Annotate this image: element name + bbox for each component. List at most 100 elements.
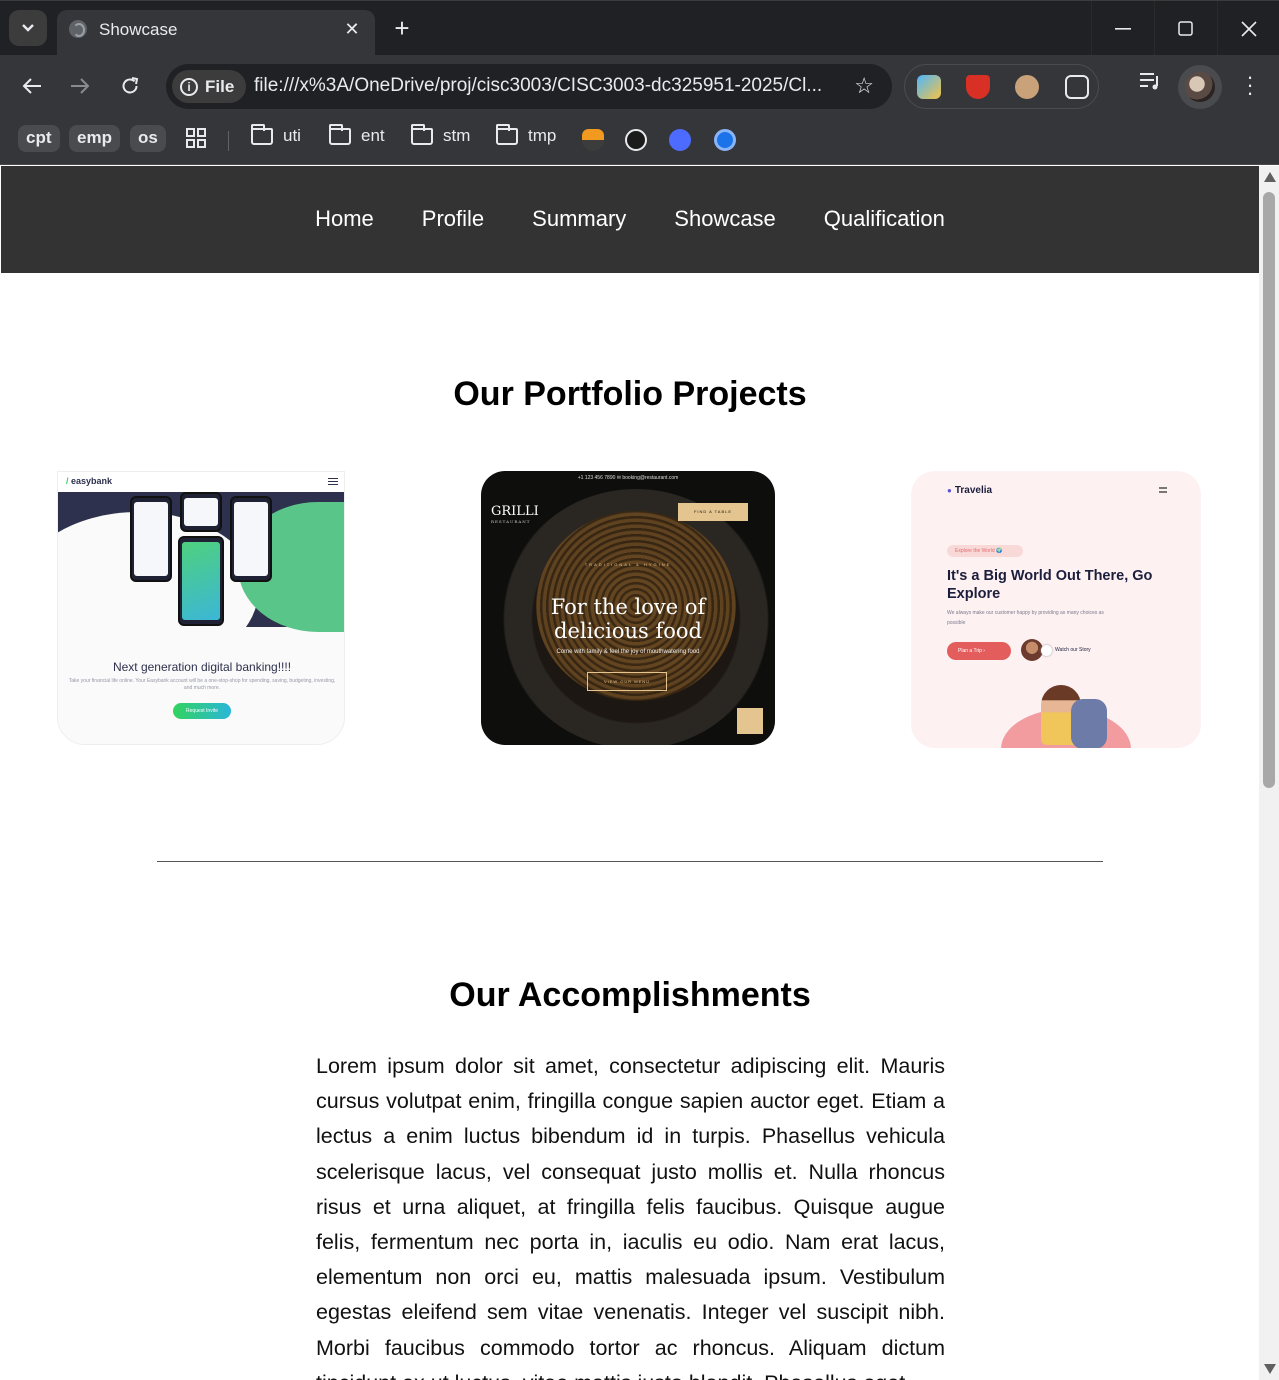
info-icon: i bbox=[180, 77, 198, 96]
grilli-topbar: +1 123 456 7890 ✉ booking@restaurant.com bbox=[577, 475, 679, 481]
grilli-menu-button: VIEW OUR MENU bbox=[587, 672, 667, 691]
site-navbar: Home Profile Summary Showcase Qualificat… bbox=[1, 166, 1259, 273]
title-bar: Showcase ✕ + bbox=[0, 0, 1279, 56]
nav-summary[interactable]: Summary bbox=[532, 206, 626, 234]
avatar-image bbox=[1185, 72, 1215, 102]
bookmark-deepseek-icon[interactable] bbox=[669, 129, 691, 151]
grilli-title: For the love of delicious food bbox=[481, 595, 775, 643]
travelia-pill: Explore the World 🌍 bbox=[947, 545, 1023, 557]
extension-shield-icon[interactable] bbox=[966, 75, 990, 99]
nav-home[interactable]: Home bbox=[315, 206, 374, 234]
easybank-header: easybank bbox=[58, 472, 344, 492]
back-button[interactable] bbox=[16, 70, 48, 102]
close-icon bbox=[1240, 20, 1257, 37]
page-viewport: Home Profile Summary Showcase Qualificat… bbox=[1, 166, 1259, 1380]
media-controls-icon[interactable] bbox=[1138, 70, 1166, 98]
grilli-logo-text: GRILLI bbox=[491, 504, 539, 519]
accomplishments-title: Our Accomplishments bbox=[449, 976, 811, 1014]
scroll-down-arrow-icon[interactable] bbox=[1264, 1364, 1276, 1374]
travelia-logo: Travelia bbox=[947, 485, 992, 496]
folder-label: uti bbox=[283, 126, 301, 145]
easybank-request-button: Request Invite bbox=[173, 703, 231, 719]
new-tab-button[interactable]: + bbox=[385, 13, 419, 45]
grilli-title-line1: For the love of bbox=[550, 595, 706, 619]
bookmark-check-icon[interactable] bbox=[714, 129, 736, 151]
bookmark-folder-uti[interactable]: uti bbox=[251, 123, 301, 146]
tab-close-button[interactable]: ✕ bbox=[341, 18, 363, 40]
nav-qualification[interactable]: Qualification bbox=[824, 206, 945, 234]
project-card-grilli[interactable]: +1 123 456 7890 ✉ booking@restaurant.com… bbox=[481, 471, 775, 745]
folder-label: ent bbox=[361, 126, 385, 145]
travelia-description: We always make our customer happy by pro… bbox=[947, 610, 1104, 626]
travelia-title: It's a Big World Out There, Go Explore bbox=[947, 568, 1153, 602]
phone-mockup bbox=[230, 496, 272, 582]
browser-window: Showcase ✕ + i File file:///x%3A/OneDriv… bbox=[0, 0, 1279, 1380]
grilli-logo-sub: RESTAURANT bbox=[491, 519, 531, 524]
chevron-down-icon bbox=[22, 24, 34, 32]
scroll-thumb[interactable] bbox=[1263, 192, 1275, 788]
traveler-avatar bbox=[1021, 639, 1043, 661]
travelia-story: Watch our Story bbox=[1021, 639, 1141, 663]
easybank-logo: easybank bbox=[66, 476, 112, 486]
accomplishments-text: Lorem ipsum dolor sit amet, consectetur … bbox=[316, 1054, 945, 1380]
extension-glasses-icon[interactable] bbox=[1015, 75, 1039, 99]
grilli-description: Come with family & feel the joy of mouth… bbox=[556, 649, 700, 655]
phone-mockup bbox=[130, 496, 172, 582]
easybank-tagline: Next generation digital banking!!!! bbox=[112, 660, 292, 674]
profile-avatar[interactable] bbox=[1178, 65, 1222, 109]
bookmark-cpt[interactable]: cpt bbox=[18, 125, 60, 152]
url-text[interactable]: file:///x%3A/OneDrive/proj/cisc3003/CISC… bbox=[254, 75, 822, 97]
arrow-left-icon bbox=[22, 78, 41, 94]
globe-icon bbox=[69, 20, 87, 38]
forward-button[interactable] bbox=[64, 70, 96, 102]
folder-label: stm bbox=[443, 126, 471, 145]
maximize-icon bbox=[1178, 21, 1193, 36]
phone-screen bbox=[234, 502, 268, 576]
project-card-easybank[interactable]: easybank Next generation digital banking… bbox=[57, 471, 345, 745]
phone-screen bbox=[184, 498, 218, 526]
reload-icon bbox=[122, 77, 139, 94]
play-icon bbox=[1041, 645, 1052, 656]
tab-search-button[interactable] bbox=[9, 10, 47, 46]
reload-button[interactable] bbox=[114, 70, 146, 102]
nav-showcase[interactable]: Showcase bbox=[674, 206, 776, 234]
bookmark-folder-ent[interactable]: ent bbox=[329, 123, 385, 146]
hamburger-icon bbox=[1159, 487, 1167, 493]
grilli-badge-icon bbox=[737, 708, 763, 734]
project-card-travelia[interactable]: Travelia Explore the World 🌍 It's a Big … bbox=[911, 471, 1201, 748]
bookmark-folder-tmp[interactable]: tmp bbox=[496, 123, 556, 146]
site-info-label: File bbox=[205, 76, 235, 96]
address-bar[interactable]: i File file:///x%3A/OneDrive/proj/cisc30… bbox=[166, 64, 892, 109]
portfolio-title: Our Portfolio Projects bbox=[453, 375, 807, 413]
page-scrollbar[interactable] bbox=[1259, 166, 1279, 1380]
close-window-button[interactable] bbox=[1217, 1, 1279, 56]
bookmark-stackoverflow-icon[interactable] bbox=[582, 129, 604, 151]
apps-grid-icon[interactable] bbox=[186, 128, 206, 153]
bookmark-star-icon[interactable]: ☆ bbox=[854, 73, 874, 99]
tab-title: Showcase bbox=[99, 20, 178, 39]
travelia-plan-button: Plan a Trip › bbox=[947, 642, 1011, 660]
site-info-chip[interactable]: i File bbox=[172, 70, 246, 103]
bookmark-github-icon[interactable] bbox=[625, 129, 647, 151]
extensions-group bbox=[904, 64, 1099, 109]
browser-toolbar: i File file:///x%3A/OneDrive/proj/cisc30… bbox=[0, 55, 1279, 117]
maximize-button[interactable] bbox=[1154, 1, 1216, 56]
minimize-button[interactable] bbox=[1091, 1, 1153, 56]
bookmark-emp[interactable]: emp bbox=[69, 125, 120, 152]
backpack-image bbox=[1071, 699, 1107, 748]
grilli-title-line2: delicious food bbox=[554, 619, 702, 643]
easybank-description: Take your financial life online. Your Ea… bbox=[68, 678, 336, 691]
bookmarks-separator bbox=[228, 131, 229, 151]
scroll-up-arrow-icon[interactable] bbox=[1264, 172, 1276, 182]
bookmark-os[interactable]: os bbox=[130, 125, 166, 152]
extensions-puzzle-icon[interactable] bbox=[1065, 75, 1089, 99]
phone-screen bbox=[182, 542, 220, 620]
grilli-kicker: TRADITIONAL & HYGINE bbox=[584, 562, 672, 567]
phone-mockup bbox=[180, 492, 222, 532]
tab-showcase[interactable]: Showcase ✕ bbox=[57, 10, 375, 56]
nav-profile[interactable]: Profile bbox=[422, 206, 484, 234]
extension-colorful-icon[interactable] bbox=[917, 75, 941, 99]
travelia-story-label: Watch our Story bbox=[1055, 647, 1091, 653]
browser-menu-button[interactable]: · · · bbox=[1239, 66, 1261, 104]
bookmark-folder-stm[interactable]: stm bbox=[411, 123, 471, 146]
